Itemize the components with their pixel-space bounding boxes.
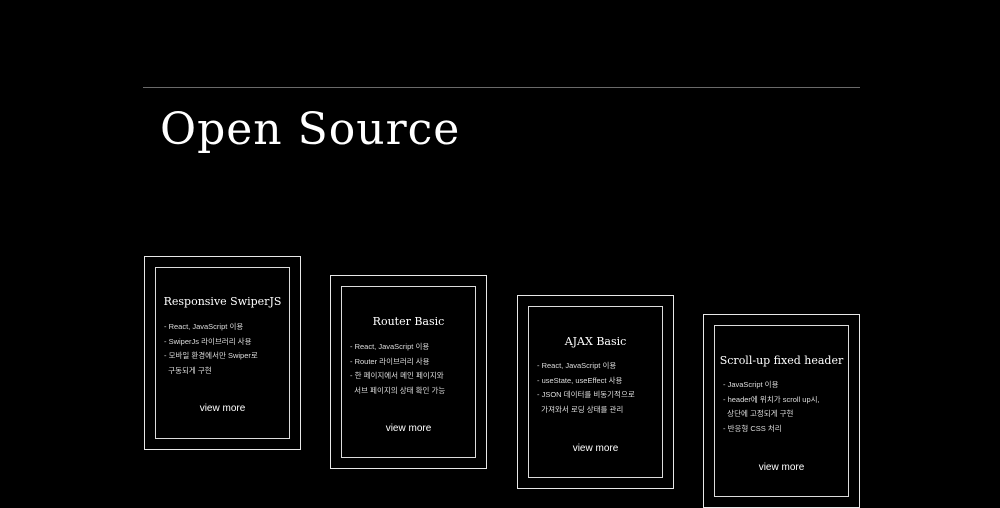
view-more-link[interactable]: view more bbox=[156, 403, 289, 414]
card-description-item: 서브 페이지의 상태 확인 가능 bbox=[350, 385, 446, 395]
card-description-item: - 모바일 환경에서만 Swiper로 bbox=[164, 351, 258, 360]
card-inner-frame: Scroll-up fixed header - JavaScript 이용 -… bbox=[714, 325, 849, 497]
project-card-ajax-basic[interactable]: AJAX Basic - React, JavaScript 이용 - useS… bbox=[517, 295, 674, 489]
card-description: - React, JavaScript 이용 - SwiperJs 라이브러리 … bbox=[164, 320, 285, 378]
card-title: AJAX Basic bbox=[564, 335, 627, 348]
project-card-router-basic[interactable]: Router Basic - React, JavaScript 이용 - Ro… bbox=[330, 275, 487, 469]
card-inner-frame: Responsive SwiperJS - React, JavaScript … bbox=[155, 267, 290, 439]
card-description-item: 상단에 고정되게 구현 bbox=[723, 409, 794, 418]
card-description-item: - useState, useEffect 사용 bbox=[537, 375, 623, 385]
card-description-item: - 한 페이지에서 메인 페이지와 bbox=[350, 371, 444, 380]
divider-line bbox=[143, 87, 860, 88]
project-card-responsive-swiperjs[interactable]: Responsive SwiperJS - React, JavaScript … bbox=[144, 256, 301, 450]
card-description: - React, JavaScript 이용 - Router 라이브러리 사용… bbox=[350, 340, 471, 398]
card-description-item: - JSON 데이터를 비동기적으로 bbox=[537, 390, 635, 399]
card-description: - React, JavaScript 이용 - useState, useEf… bbox=[537, 359, 658, 417]
card-inner-frame: AJAX Basic - React, JavaScript 이용 - useS… bbox=[528, 306, 663, 478]
view-more-link[interactable]: view more bbox=[342, 423, 475, 434]
card-description-item: - React, JavaScript 이용 bbox=[350, 342, 430, 351]
card-title: Responsive SwiperJS bbox=[163, 295, 282, 308]
section-title: Open Source bbox=[160, 104, 461, 155]
card-inner-frame: Router Basic - React, JavaScript 이용 - Ro… bbox=[341, 286, 476, 458]
card-description-item: - JavaScript 이용 bbox=[723, 380, 779, 389]
card-description-item: 가져와서 로딩 상태를 관리 bbox=[537, 404, 624, 414]
project-card-scroll-up-fixed-header[interactable]: Scroll-up fixed header - JavaScript 이용 -… bbox=[703, 314, 860, 508]
card-description-item: - React, JavaScript 이용 bbox=[537, 361, 617, 370]
card-description-item: 구동되게 구현 bbox=[164, 365, 212, 375]
view-more-link[interactable]: view more bbox=[715, 462, 848, 473]
view-more-link[interactable]: view more bbox=[529, 443, 662, 454]
card-description-item: - SwiperJs 라이브러리 사용 bbox=[164, 336, 252, 346]
card-description: - JavaScript 이용 - header에 위치가 scroll up시… bbox=[723, 378, 844, 436]
card-description-item: - 반응형 CSS 처리 bbox=[723, 423, 782, 433]
card-title: Router Basic bbox=[372, 315, 445, 328]
card-description-item: - React, JavaScript 이용 bbox=[164, 322, 244, 331]
card-description-item: - Router 라이브러리 사용 bbox=[350, 356, 430, 366]
card-title: Scroll-up fixed header bbox=[719, 354, 844, 367]
card-description-item: - header에 위치가 scroll up시, bbox=[723, 394, 820, 404]
